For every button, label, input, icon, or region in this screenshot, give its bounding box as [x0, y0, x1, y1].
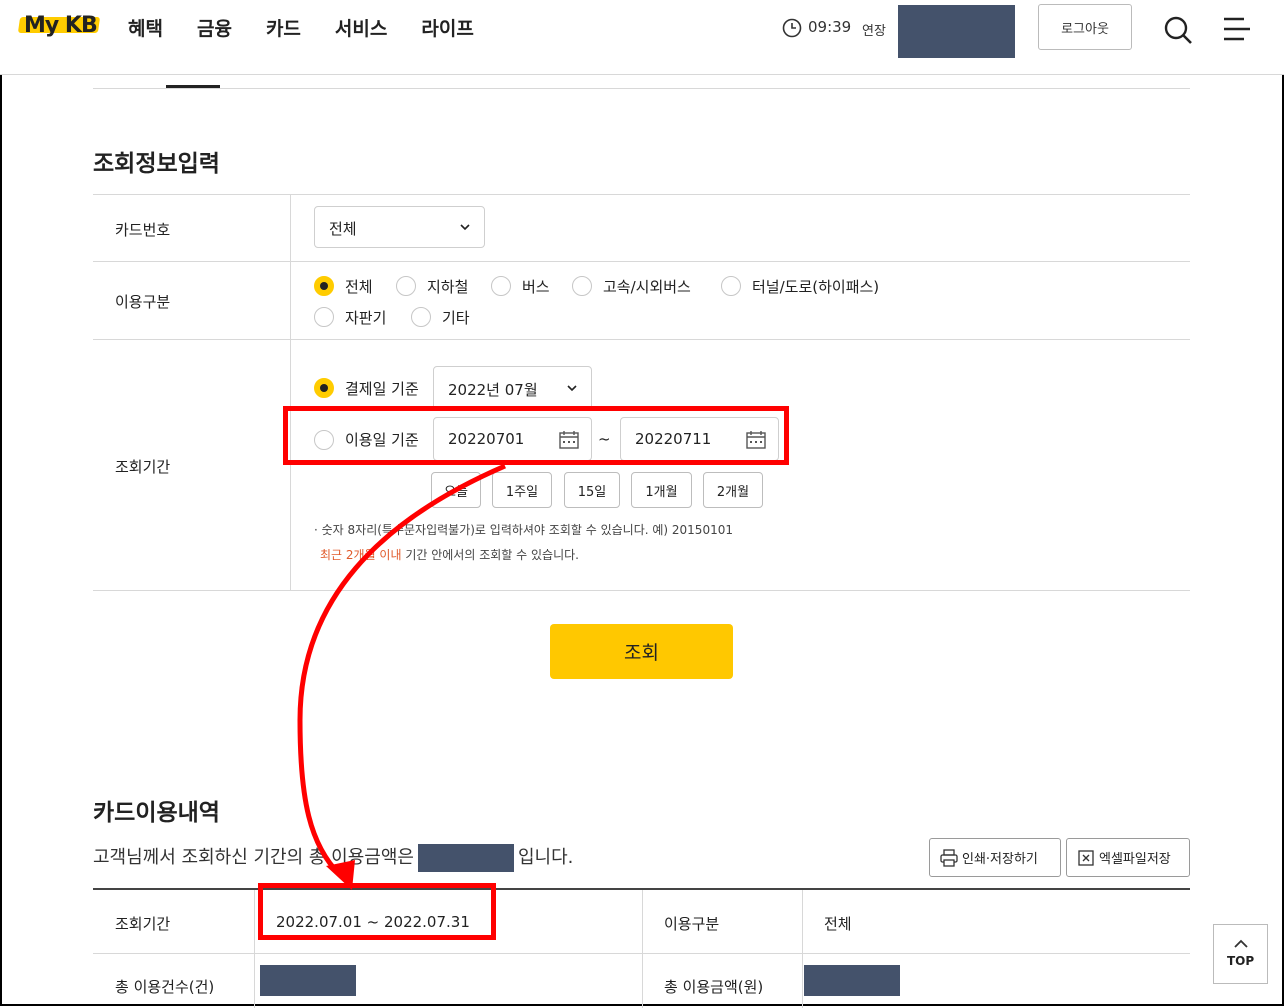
card-number-label: 카드번호	[115, 221, 171, 239]
quick-1week-button[interactable]: 1주일	[492, 472, 552, 508]
radio-usage-express-bus[interactable]	[572, 276, 592, 296]
printer-icon	[940, 849, 958, 867]
masked-user-info	[898, 5, 1015, 58]
radio-usage-subway[interactable]	[396, 276, 416, 296]
date-input-note: · 숫자 8자리(특수문자입력불가)로 입력하셔야 조회할 수 있습니다. 예)…	[314, 523, 733, 537]
radio-usage-vending[interactable]	[314, 307, 334, 327]
radio-usage-all[interactable]	[314, 276, 334, 296]
nav-benefit[interactable]: 혜택	[128, 14, 163, 41]
masked-total-amount-value	[804, 965, 900, 996]
excel-icon	[1078, 850, 1094, 866]
active-tab-indicator	[166, 85, 220, 88]
print-save-button[interactable]: 인쇄·저장하기	[929, 838, 1061, 877]
session-time: 09:39	[808, 18, 852, 36]
mykb-logo[interactable]: My KB	[17, 12, 101, 40]
nav-card[interactable]: 카드	[266, 14, 301, 41]
payment-month-select[interactable]: 2022년 07월	[433, 366, 592, 410]
payment-date-label: 결제일 기준	[345, 380, 419, 398]
nav-finance[interactable]: 금융	[197, 14, 232, 41]
quick-15days-button[interactable]: 15일	[564, 472, 620, 508]
results-section-title: 카드이용내역	[93, 800, 220, 826]
total-amount-label: 총 이용금액(원)	[664, 978, 764, 996]
usage-type-label: 이용구분	[115, 293, 171, 311]
nav-service[interactable]: 서비스	[335, 14, 387, 41]
quick-2months-button[interactable]: 2개월	[703, 472, 763, 508]
radio-usage-all-label: 전체	[345, 278, 373, 296]
nav-life[interactable]: 라이프	[421, 14, 473, 41]
main-nav: 혜택 금융 카드 서비스 라이프	[128, 14, 474, 41]
radio-payment-date[interactable]	[314, 378, 334, 398]
quick-today-button[interactable]: 오늘	[431, 472, 481, 508]
annotation-box-result-period	[258, 883, 496, 940]
search-section-title: 조회정보입력	[93, 151, 220, 177]
chevron-down-icon	[460, 224, 470, 231]
chevron-down-icon	[567, 385, 577, 392]
radio-usage-bus-label: 버스	[522, 278, 550, 296]
card-number-select[interactable]: 전체	[314, 206, 485, 248]
logo-text: My KB	[24, 13, 98, 38]
radio-usage-bus[interactable]	[491, 276, 511, 296]
hamburger-menu-icon[interactable]	[1222, 16, 1252, 42]
logout-button[interactable]: 로그아웃	[1038, 4, 1132, 50]
search-button[interactable]: 조회	[550, 624, 733, 679]
extend-session-link[interactable]: 연장	[862, 20, 886, 39]
period-label: 조회기간	[115, 458, 171, 476]
card-number-row: 카드번호	[93, 194, 1190, 262]
quick-1month-button[interactable]: 1개월	[631, 472, 692, 508]
tab-divider	[93, 88, 1190, 89]
period-limit-note: 최근 2개월 이내 기간 안에서의 조회할 수 있습니다.	[320, 546, 579, 563]
result-usage-type-value: 전체	[824, 915, 852, 933]
radio-usage-tunnel-road-label: 터널/도로(하이패스)	[752, 278, 880, 296]
excel-save-button[interactable]: 엑셀파일저장	[1066, 838, 1190, 877]
chevron-up-icon	[1234, 939, 1248, 948]
total-amount-summary: 고객님께서 조회하신 기간의 총 이용금액은 입니다.	[93, 843, 573, 872]
radio-usage-tunnel-road[interactable]	[721, 276, 741, 296]
radio-usage-etc[interactable]	[411, 307, 431, 327]
radio-usage-vending-label: 자판기	[345, 309, 387, 327]
masked-total-count	[260, 965, 356, 996]
radio-usage-express-bus-label: 고속/시외버스	[603, 278, 691, 296]
result-period-label: 조회기간	[115, 915, 171, 933]
scroll-top-button[interactable]: TOP	[1213, 924, 1268, 984]
period-limit-text: 기간 안에서의 조회할 수 있습니다.	[401, 548, 579, 562]
clock-icon	[782, 18, 802, 38]
annotation-box-usage-date	[283, 406, 789, 465]
period-limit-highlight: 최근 2개월 이내	[320, 548, 402, 562]
period-row: 조회기간	[93, 339, 1190, 591]
radio-usage-etc-label: 기타	[442, 309, 470, 327]
masked-total-amount	[417, 844, 514, 872]
total-count-label: 총 이용건수(건)	[115, 978, 215, 996]
result-usage-type-label: 이용구분	[664, 915, 720, 933]
search-icon[interactable]	[1162, 14, 1194, 46]
radio-usage-subway-label: 지하철	[427, 278, 469, 296]
top-header: My KB 혜택 금융 카드 서비스 라이프 09:39 연장 로그아웃	[0, 0, 1284, 75]
usage-type-row: 이용구분	[93, 261, 1190, 340]
